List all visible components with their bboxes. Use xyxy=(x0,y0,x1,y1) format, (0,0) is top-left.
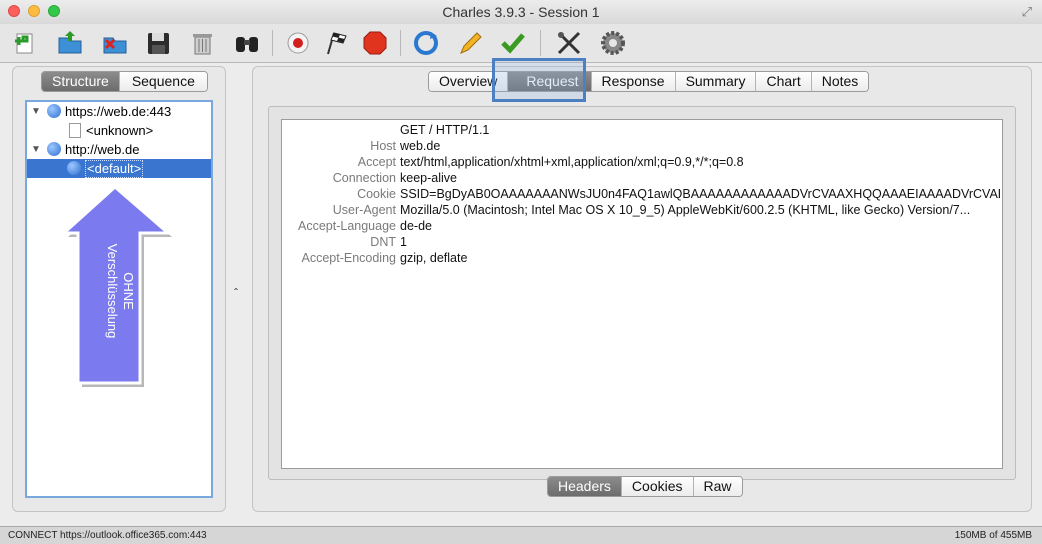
settings-icon[interactable] xyxy=(598,28,628,58)
document-icon xyxy=(69,123,81,138)
header-value: text/html,application/xhtml+xml,applicat… xyxy=(400,155,744,169)
tab-structure[interactable]: Structure xyxy=(42,72,119,91)
tree-item-label: http://web.de xyxy=(65,142,140,157)
close-session-icon[interactable] xyxy=(100,28,130,58)
request-line-row: GET / HTTP/1.1 xyxy=(282,122,1002,138)
tree-item-label: <unknown> xyxy=(86,123,154,138)
find-icon[interactable] xyxy=(232,28,262,58)
header-key: Accept xyxy=(357,155,396,169)
edit-icon[interactable] xyxy=(455,28,485,58)
toolbar-separator xyxy=(540,30,541,56)
throttle-icon[interactable] xyxy=(322,28,352,58)
globe-icon xyxy=(67,161,81,175)
annotation-text: OHNE Verschlüsselung xyxy=(100,217,136,365)
window-title: Charles 3.9.3 - Session 1 xyxy=(442,4,600,20)
header-key: Connection xyxy=(332,171,396,185)
tab-sequence[interactable]: Sequence xyxy=(118,72,207,91)
header-value: Mozilla/5.0 (Macintosh; Intel Mac OS X 1… xyxy=(400,203,971,217)
header-row: Accept-Language de-de xyxy=(282,218,1002,234)
tree-item-default-selected[interactable]: <default> xyxy=(27,159,211,178)
disclosure-triangle-icon[interactable]: ▼ xyxy=(31,102,41,121)
view-mode-tabs: Structure Sequence xyxy=(41,71,208,92)
header-value: web.de xyxy=(400,139,441,153)
header-key: Host xyxy=(370,139,396,153)
header-row: Accept-Encoding gzip, deflate xyxy=(282,250,1002,266)
tree-item-http-web-de[interactable]: ▼ http://web.de xyxy=(27,140,211,159)
header-key: Accept-Language xyxy=(298,219,396,233)
annotation-line-2: Verschlüsselung xyxy=(105,243,120,339)
header-key: Cookie xyxy=(357,187,396,201)
annotation-line-1: OHNE xyxy=(121,272,136,310)
tab-chart[interactable]: Chart xyxy=(755,72,811,91)
title-bar: Charles 3.9.3 - Session 1 ⤢ xyxy=(0,0,1042,25)
header-value: gzip, deflate xyxy=(400,251,468,265)
tab-cookies[interactable]: Cookies xyxy=(620,477,693,496)
record-icon[interactable] xyxy=(283,28,313,58)
tree-item-label: <default> xyxy=(85,160,144,178)
tab-response[interactable]: Response xyxy=(590,72,675,91)
tab-headers[interactable]: Headers xyxy=(548,477,621,496)
save-icon[interactable] xyxy=(143,28,173,58)
open-icon[interactable] xyxy=(55,28,85,58)
request-view-tabs: Headers Cookies Raw xyxy=(547,476,743,497)
tools-icon[interactable] xyxy=(554,28,584,58)
refresh-icon[interactable] xyxy=(411,28,441,58)
new-session-icon[interactable] xyxy=(10,28,40,58)
header-row: User-Agent Mozilla/5.0 (Macintosh; Intel … xyxy=(282,202,1002,218)
request-line: GET / HTTP/1.1 xyxy=(400,123,490,137)
globe-icon xyxy=(47,142,61,156)
header-value: keep-alive xyxy=(400,171,457,185)
disclosure-triangle-icon[interactable]: ▼ xyxy=(31,140,41,159)
toolbar-separator xyxy=(272,30,273,56)
tab-summary[interactable]: Summary xyxy=(674,72,756,91)
status-text: CONNECT https://outlook.office365.com:44… xyxy=(8,530,207,541)
tree-item-https-web-de[interactable]: ▼ https://web.de:443 xyxy=(27,102,211,121)
header-row: Host web.de xyxy=(282,138,1002,154)
tree-item-unknown[interactable]: <unknown> xyxy=(27,121,211,140)
header-value: 1 xyxy=(400,235,407,249)
tab-notes[interactable]: Notes xyxy=(810,72,869,91)
header-key: User-Agent xyxy=(332,203,396,217)
header-key: Accept-Encoding xyxy=(301,251,396,265)
header-value: de-de xyxy=(400,219,432,233)
toolbar-separator xyxy=(400,30,401,56)
split-pane-handle[interactable]: ˆ xyxy=(234,286,238,300)
validate-icon[interactable] xyxy=(498,28,528,58)
tree-item-label: https://web.de:443 xyxy=(65,104,172,119)
header-key: DNT xyxy=(370,235,396,249)
fullscreen-icon[interactable]: ⤢ xyxy=(1022,4,1032,20)
request-tab-highlight xyxy=(492,58,586,102)
header-value: SSID=BgDyAB0OAAAAAAANWsJU0n4FAQ1awlQBAAA… xyxy=(400,187,1000,201)
stop-icon[interactable] xyxy=(360,28,390,58)
globe-icon xyxy=(47,104,61,118)
header-row: Connection keep-alive xyxy=(282,170,1002,186)
header-row: DNT 1 xyxy=(282,234,1002,250)
status-bar: CONNECT https://outlook.office365.com:44… xyxy=(0,526,1042,544)
tab-raw[interactable]: Raw xyxy=(692,477,742,496)
request-headers-table: GET / HTTP/1.1 Host web.de Accept text/htm… xyxy=(281,119,1003,469)
memory-usage: 150MB of 455MB xyxy=(954,530,1032,541)
header-row: Accept text/html,application/xhtml+xml,ap… xyxy=(282,154,1002,170)
trash-icon[interactable] xyxy=(187,28,217,58)
header-row: Cookie SSID=BgDyAB0OAAAAAAANWsJU0n4FAQ1aw… xyxy=(282,186,1002,202)
